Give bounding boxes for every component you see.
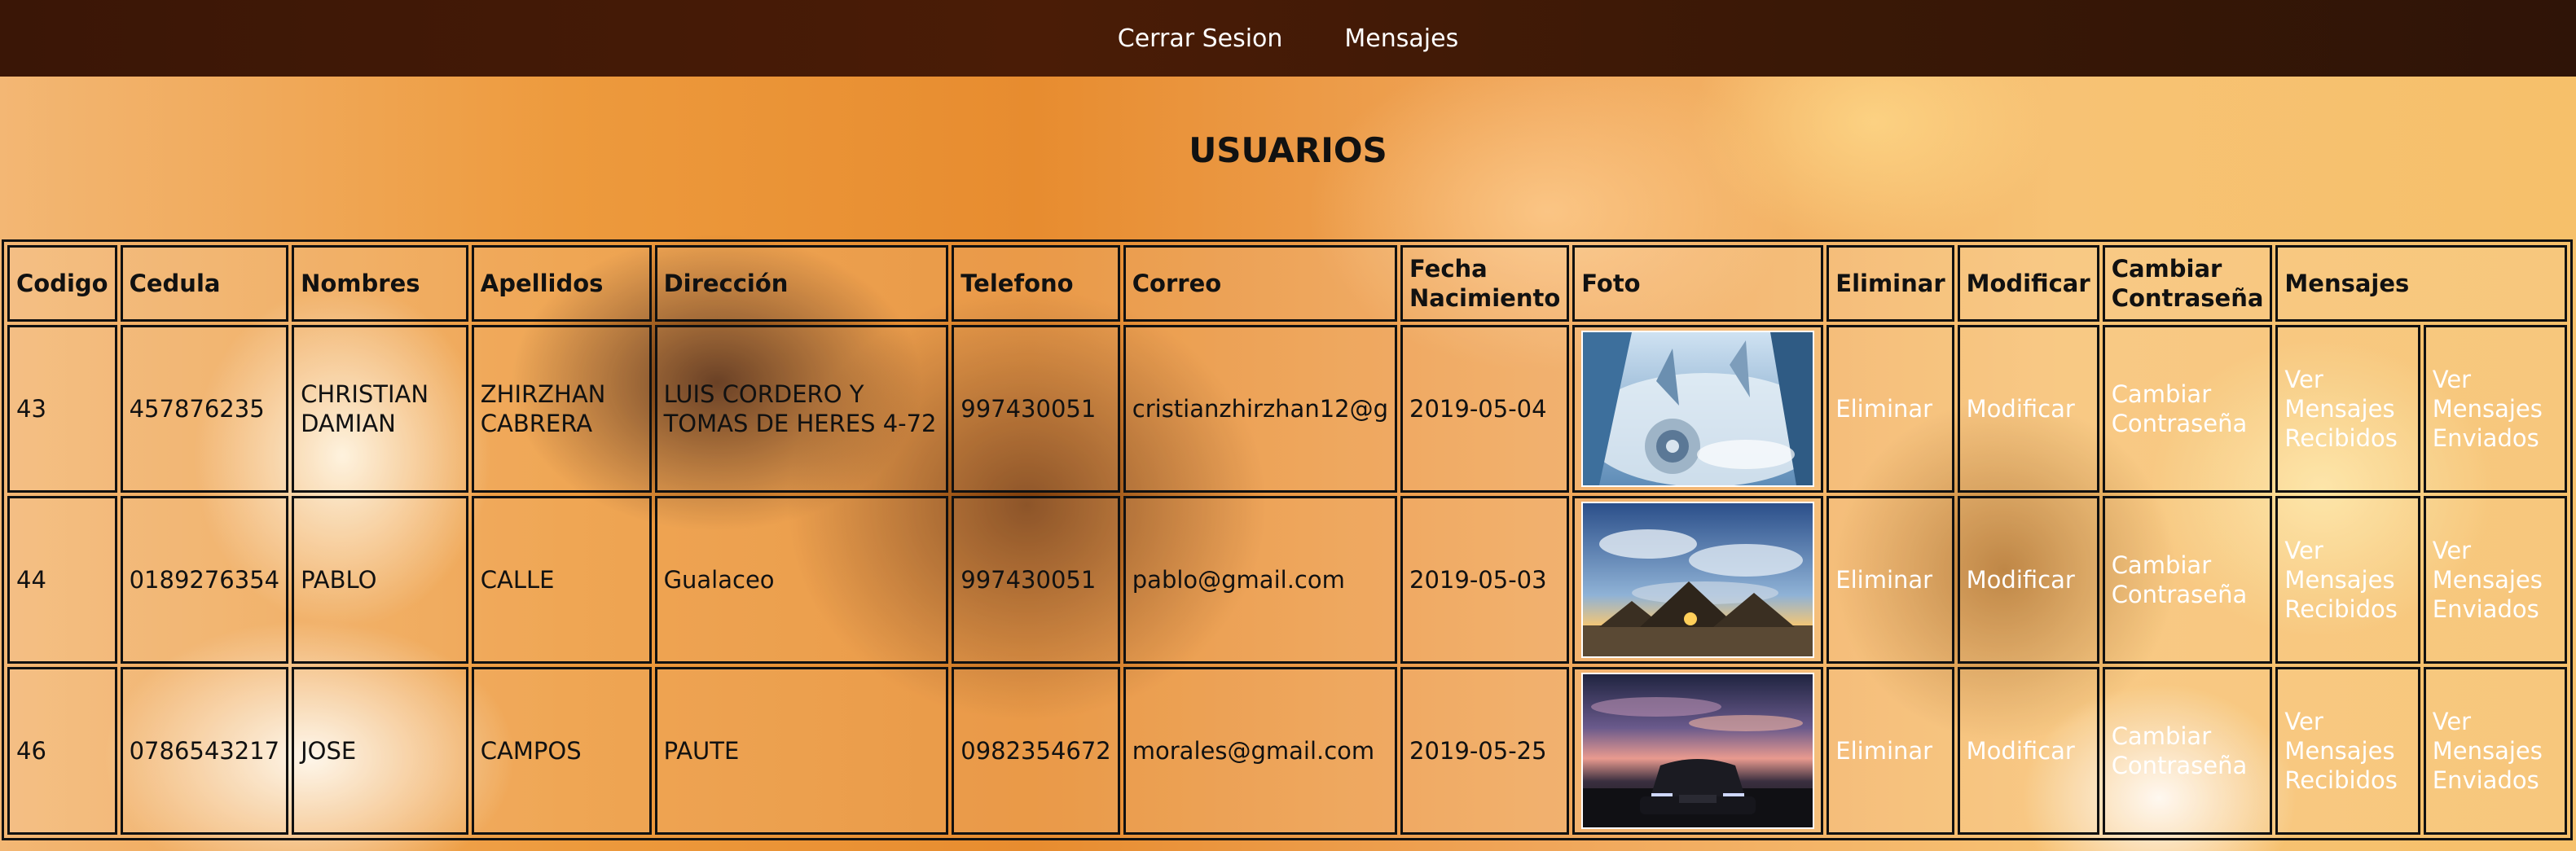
header-fecha-line1: Fecha [1409, 255, 1488, 283]
delete-link[interactable]: Eliminar [1826, 325, 1954, 493]
cell-foto [1572, 667, 1824, 835]
cell-foto [1572, 496, 1824, 664]
header-cambiar-line1: Cambiar [2111, 255, 2222, 283]
city-skyscraper-photo [1581, 331, 1815, 487]
change-password-link[interactable]: Cambiar Contraseña [2102, 325, 2273, 493]
car-sunset-image [1583, 674, 1813, 827]
header-telefono: Telefono [952, 245, 1120, 322]
cell-foto [1572, 325, 1824, 493]
view-received-messages-link[interactable]: Ver Mensajes Recibidos [2275, 325, 2420, 493]
cell-telefono: 0982354672 [952, 667, 1120, 835]
edit-link[interactable]: Modificar [1957, 496, 2099, 664]
cell-codigo: 43 [7, 325, 117, 493]
header-foto: Foto [1572, 245, 1824, 322]
header-direccion: Dirección [654, 245, 949, 322]
cell-direccion: LUIS CORDERO Y TOMAS DE HERES 4-72 [654, 325, 949, 493]
header-mensajes: Mensajes [2275, 245, 2567, 322]
car-sunset-photo [1581, 673, 1815, 829]
header-cambiar-contrasena: Cambiar Contraseña [2102, 245, 2273, 322]
city-skyscraper-image [1583, 332, 1813, 485]
cell-apellidos: CAMPOS [471, 667, 652, 835]
edit-link[interactable]: Modificar [1957, 667, 2099, 835]
messages-link[interactable]: Mensajes [1344, 24, 1458, 53]
table-row: 44 0189276354 PABLO CALLE Gualaceo 99743… [7, 496, 2567, 664]
page-title: USUARIOS [1189, 130, 1387, 170]
edit-link[interactable]: Modificar [1957, 325, 2099, 493]
header-correo: Correo [1123, 245, 1398, 322]
table-row: 46 0786543217 JOSE CAMPOS PAUTE 09823546… [7, 667, 2567, 835]
cell-fecha-nacimiento: 2019-05-03 [1400, 496, 1570, 664]
view-sent-messages-link[interactable]: Ver Mensajes Enviados [2423, 667, 2567, 835]
cell-apellidos: CALLE [471, 496, 652, 664]
table-header-row: Codigo Cedula Nombres Apellidos Direcció… [7, 245, 2567, 322]
view-sent-messages-link[interactable]: Ver Mensajes Enviados [2423, 496, 2567, 664]
header-cedula: Cedula [120, 245, 289, 322]
header-eliminar: Eliminar [1826, 245, 1954, 322]
delete-link[interactable]: Eliminar [1826, 667, 1954, 835]
cell-codigo: 44 [7, 496, 117, 664]
view-sent-messages-link[interactable]: Ver Mensajes Enviados [2423, 325, 2567, 493]
cell-cedula: 0189276354 [120, 496, 289, 664]
header-fecha-line2: Nacimiento [1409, 284, 1561, 312]
header-fecha-nacimiento: Fecha Nacimiento [1400, 245, 1570, 322]
view-received-messages-link[interactable]: Ver Mensajes Recibidos [2275, 496, 2420, 664]
cell-fecha-nacimiento: 2019-05-25 [1400, 667, 1570, 835]
table-row: 43 457876235 CHRISTIAN DAMIAN ZHIRZHAN C… [7, 325, 2567, 493]
logout-link[interactable]: Cerrar Sesion [1118, 24, 1283, 53]
pyramids-image [1583, 503, 1813, 656]
change-password-link[interactable]: Cambiar Contraseña [2102, 496, 2273, 664]
cell-cedula: 0786543217 [120, 667, 289, 835]
top-nav-bar: Cerrar Sesion Mensajes [0, 0, 2576, 77]
cell-correo: pablo@gmail.com [1123, 496, 1398, 664]
cell-direccion: PAUTE [654, 667, 949, 835]
delete-link[interactable]: Eliminar [1826, 496, 1954, 664]
cell-codigo: 46 [7, 667, 117, 835]
header-nombres: Nombres [292, 245, 468, 322]
cell-nombres: JOSE [292, 667, 468, 835]
cell-nombres: CHRISTIAN DAMIAN [292, 325, 468, 493]
cell-correo: cristianzhirzhan12@g [1123, 325, 1398, 493]
cell-telefono: 997430051 [952, 496, 1120, 664]
header-codigo: Codigo [7, 245, 117, 322]
header-cambiar-line2: Contraseña [2111, 284, 2264, 312]
cell-cedula: 457876235 [120, 325, 289, 493]
cell-nombres: PABLO [292, 496, 468, 664]
header-modificar: Modificar [1957, 245, 2099, 322]
change-password-link[interactable]: Cambiar Contraseña [2102, 667, 2273, 835]
cell-telefono: 997430051 [952, 325, 1120, 493]
users-table: Codigo Cedula Nombres Apellidos Direcció… [2, 239, 2573, 840]
cell-correo: morales@gmail.com [1123, 667, 1398, 835]
cell-direccion: Gualaceo [654, 496, 949, 664]
pyramids-photo [1581, 502, 1815, 658]
header-apellidos: Apellidos [471, 245, 652, 322]
cell-apellidos: ZHIRZHAN CABRERA [471, 325, 652, 493]
cell-fecha-nacimiento: 2019-05-04 [1400, 325, 1570, 493]
view-received-messages-link[interactable]: Ver Mensajes Recibidos [2275, 667, 2420, 835]
